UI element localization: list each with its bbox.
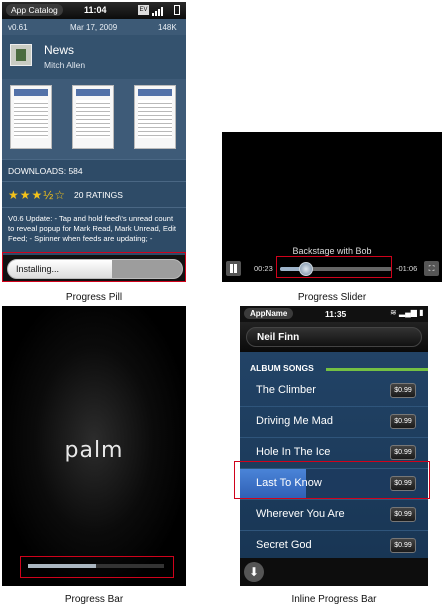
screenshot-strip[interactable] xyxy=(2,79,186,159)
ratings-count: 20 RATINGS xyxy=(74,190,123,200)
aspect-ratio-icon[interactable]: ⛶ xyxy=(424,261,439,276)
ev-icon: EV xyxy=(138,5,149,15)
section-header: ALBUM SONGS xyxy=(240,361,428,375)
highlight-box xyxy=(2,252,186,282)
app-description: V0.6 Update: - Tap and hold feed\'s unre… xyxy=(2,207,186,255)
date-label: Mar 17, 2009 xyxy=(70,23,118,32)
battery-icon xyxy=(174,5,180,15)
status-icons: ≋ ▂▄▆ ▮ xyxy=(390,308,424,317)
song-title: Secret God xyxy=(256,539,312,551)
remaining-time: -01:06 xyxy=(396,264,418,273)
caption-progress-pill: Progress Pill xyxy=(65,292,123,303)
caption-progress-slider: Progress Slider xyxy=(297,292,367,303)
app-author: Mitch Allen xyxy=(44,60,86,70)
clock: 11:04 xyxy=(84,5,107,15)
status-bar: AppName 11:35 ≋ ▂▄▆ ▮ xyxy=(240,306,428,322)
price-button[interactable]: $0.99 xyxy=(390,445,416,460)
price-button[interactable]: $0.99 xyxy=(390,507,416,522)
price-button[interactable]: $0.99 xyxy=(390,414,416,429)
highlight-box xyxy=(234,461,430,499)
song-title: Driving Me Mad xyxy=(256,415,334,427)
song-title: Hole In The Ice xyxy=(256,446,331,458)
signal-icon: ▂▄▆ xyxy=(398,308,417,317)
status-bar: App Catalog 11:04 EV xyxy=(2,2,186,19)
app-catalog-screen: App Catalog 11:04 EV v0.61 Mar 17, 2009 … xyxy=(2,2,186,282)
version-label: v0.61 xyxy=(8,23,28,32)
signal-icon xyxy=(152,6,164,16)
app-menu[interactable]: AppName xyxy=(244,308,294,319)
app-header: News Mitch Allen xyxy=(2,35,186,79)
bottom-bar: ⬇ xyxy=(240,558,428,586)
song-title: The Climber xyxy=(256,384,316,396)
star-rating-icon: ★★★½☆ xyxy=(8,188,67,202)
song-title: Wherever You Are xyxy=(256,508,345,520)
highlight-box xyxy=(276,256,392,278)
video-title: Backstage with Bob xyxy=(292,246,372,256)
screenshot-thumbnail[interactable] xyxy=(10,85,52,149)
section-title: ALBUM SONGS xyxy=(250,363,314,373)
app-menu[interactable]: App Catalog xyxy=(6,4,63,16)
song-row[interactable]: The Climber $0.99 xyxy=(240,376,428,407)
boot-screen: palm xyxy=(2,306,186,586)
screenshot-thumbnail[interactable] xyxy=(72,85,114,149)
song-row[interactable]: Wherever You Are $0.99 xyxy=(240,500,428,531)
music-store-screen: AppName 11:35 ≋ ▂▄▆ ▮ Neil Finn ALBUM SO… xyxy=(240,306,428,586)
price-button[interactable]: $0.99 xyxy=(390,538,416,553)
price-button[interactable]: $0.99 xyxy=(390,383,416,398)
artist-name: Neil Finn xyxy=(257,332,300,343)
clock: 11:35 xyxy=(325,309,347,319)
app-title: News xyxy=(44,43,75,57)
elapsed-time: 00:23 xyxy=(254,264,273,273)
artist-pill[interactable]: Neil Finn xyxy=(246,327,422,347)
downloads-count: DOWNLOADS: 584 xyxy=(8,166,83,176)
palm-logo: palm xyxy=(64,438,124,463)
download-arrow-icon[interactable]: ⬇ xyxy=(244,562,264,582)
app-meta-bar: v0.61 Mar 17, 2009 148K xyxy=(2,19,186,35)
news-app-icon xyxy=(10,44,32,66)
song-row[interactable]: Driving Me Mad $0.99 xyxy=(240,407,428,438)
pause-icon[interactable] xyxy=(226,261,241,276)
screenshot-thumbnail[interactable] xyxy=(134,85,176,149)
size-label: 148K xyxy=(158,23,177,32)
caption-inline-progress-bar: Inline Progress Bar xyxy=(291,594,377,605)
artist-header: Neil Finn xyxy=(240,322,428,352)
section-divider xyxy=(326,368,428,371)
caption-progress-bar: Progress Bar xyxy=(64,594,124,605)
downloads-row: DOWNLOADS: 584 xyxy=(2,159,186,181)
highlight-box xyxy=(20,556,174,578)
ratings-row[interactable]: ★★★½☆ 20 RATINGS xyxy=(2,181,186,207)
wifi-icon: ≋ xyxy=(390,308,397,317)
battery-icon: ▮ xyxy=(419,308,424,317)
